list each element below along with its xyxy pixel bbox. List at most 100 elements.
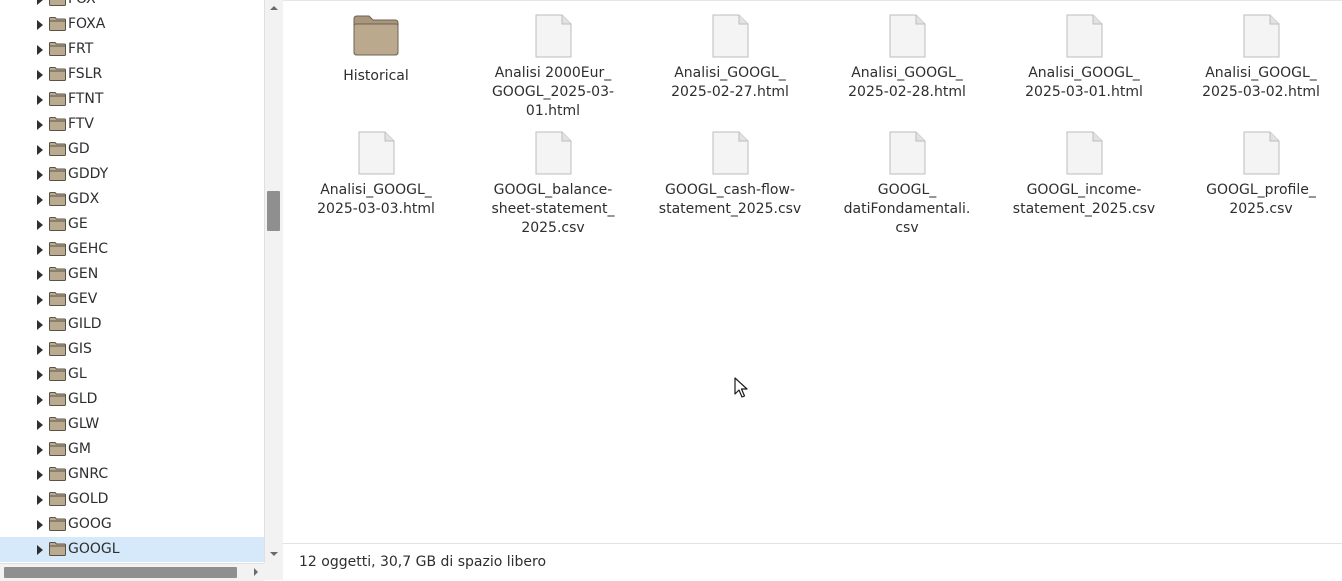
sidebar-item-gehc[interactable]: GEHC bbox=[0, 237, 264, 262]
file-name: GOOGL_income-statement_2025.csv bbox=[996, 181, 1172, 219]
file-grid[interactable]: Historical Analisi 2000Eur_ GOOGL_2025-03-… bbox=[283, 0, 1342, 544]
folder-icon bbox=[49, 167, 66, 181]
file-name-line: GOOGL_income- bbox=[1026, 182, 1142, 198]
expander-arrow-icon[interactable] bbox=[37, 145, 43, 155]
expander-arrow-icon[interactable] bbox=[37, 220, 43, 230]
file-name-line: 2025-02-28.html bbox=[848, 84, 966, 100]
file-name: Analisi_GOOGL_ 2025-03-03.html bbox=[288, 181, 464, 219]
folder-icon bbox=[49, 267, 66, 281]
folder-icon bbox=[49, 0, 66, 6]
sidebar-item-ftv[interactable]: FTV bbox=[0, 112, 264, 137]
expander-arrow-icon[interactable] bbox=[37, 495, 43, 505]
expander-arrow-icon[interactable] bbox=[37, 195, 43, 205]
file-item-analisi-googl-2025-03-01-html[interactable]: Analisi_GOOGL_ 2025-03-01.html bbox=[996, 14, 1172, 102]
file-item-analisi-googl-2025-02-27-html[interactable]: Analisi_GOOGL_ 2025-02-27.html bbox=[642, 14, 818, 102]
file-name-line: datiFondamentali. bbox=[843, 201, 971, 217]
folder-item-historical[interactable]: Historical bbox=[288, 14, 464, 86]
scroll-right-icon[interactable] bbox=[254, 568, 258, 576]
status-text: 12 oggetti, 30,7 GB di spazio libero bbox=[299, 554, 547, 570]
file-name-line: 2025-03-02.html bbox=[1202, 84, 1320, 100]
file-name-line: Analisi_GOOGL_ bbox=[320, 182, 432, 198]
expander-arrow-icon[interactable] bbox=[37, 420, 43, 430]
sidebar-horizontal-scrollbar[interactable] bbox=[0, 563, 264, 581]
expander-arrow-icon[interactable] bbox=[37, 345, 43, 355]
file-name: GOOGL_balance-sheet-statement_ 2025.csv bbox=[465, 181, 641, 238]
folder-icon bbox=[49, 342, 66, 356]
expander-arrow-icon[interactable] bbox=[37, 95, 43, 105]
file-item-googl-balance-sheet-statement-2025-csv[interactable]: GOOGL_balance-sheet-statement_ 2025.csv bbox=[465, 131, 641, 238]
sidebar-item-label: GL bbox=[68, 366, 87, 382]
scrollbar-thumb[interactable] bbox=[4, 567, 237, 578]
sidebar-item-gen[interactable]: GEN bbox=[0, 262, 264, 287]
expander-arrow-icon[interactable] bbox=[37, 395, 43, 405]
sidebar-item-ftnt[interactable]: FTNT bbox=[0, 87, 264, 112]
file-item-googl-income-statement-2025-csv[interactable]: GOOGL_income-statement_2025.csv bbox=[996, 131, 1172, 219]
sidebar-item-foxa[interactable]: FOXA bbox=[0, 12, 264, 37]
document-icon bbox=[889, 131, 926, 175]
sidebar-item-gl[interactable]: GL bbox=[0, 362, 264, 387]
expander-arrow-icon[interactable] bbox=[37, 45, 43, 55]
expander-arrow-icon[interactable] bbox=[37, 445, 43, 455]
expander-arrow-icon[interactable] bbox=[37, 320, 43, 330]
sidebar-item-gev[interactable]: GEV bbox=[0, 287, 264, 312]
folder-icon bbox=[49, 417, 66, 431]
sidebar-item-gm[interactable]: GM bbox=[0, 437, 264, 462]
file-item-analisi-googl-2025-03-02-html[interactable]: Analisi_GOOGL_ 2025-03-02.html bbox=[1173, 14, 1342, 102]
sidebar-item-label: FSLR bbox=[68, 66, 103, 82]
sidebar-item-gnrc[interactable]: GNRC bbox=[0, 462, 264, 487]
sidebar-item-gd[interactable]: GD bbox=[0, 137, 264, 162]
sidebar-item-gold[interactable]: GOLD bbox=[0, 487, 264, 512]
file-name: Analisi_GOOGL_ 2025-02-27.html bbox=[642, 64, 818, 102]
sidebar-item-label: GM bbox=[68, 441, 91, 457]
file-item-googl-cash-flow-statement-2025-csv[interactable]: GOOGL_cash-flow-statement_2025.csv bbox=[642, 131, 818, 219]
expander-arrow-icon[interactable] bbox=[37, 470, 43, 480]
file-name-line: GOOGL_balance- bbox=[493, 182, 613, 198]
file-item-analisi-googl-2025-02-28-html[interactable]: Analisi_GOOGL_ 2025-02-28.html bbox=[819, 14, 995, 102]
expander-arrow-icon[interactable] bbox=[37, 520, 43, 530]
file-item-googl-datifondamentali-csv[interactable]: GOOGL_ datiFondamentali. csv bbox=[819, 131, 995, 238]
folder-icon bbox=[49, 242, 66, 256]
sidebar-item-ge[interactable]: GE bbox=[0, 212, 264, 237]
document-icon bbox=[1066, 131, 1103, 175]
sidebar-item-gis[interactable]: GIS bbox=[0, 337, 264, 362]
file-name-line: Historical bbox=[343, 68, 409, 84]
folder-icon bbox=[49, 192, 66, 206]
sidebar-item-gild[interactable]: GILD bbox=[0, 312, 264, 337]
expander-arrow-icon[interactable] bbox=[37, 170, 43, 180]
expander-arrow-icon[interactable] bbox=[37, 370, 43, 380]
sidebar-item-fox[interactable]: FOX bbox=[0, 0, 264, 12]
sidebar-item-label: GEV bbox=[68, 291, 98, 307]
file-item-googl-profile-2025-csv[interactable]: GOOGL_profile_ 2025.csv bbox=[1173, 131, 1342, 219]
file-name-line: statement_2025.csv bbox=[658, 201, 802, 217]
file-item-analisi-2000eur-googl-2025-03-01-html[interactable]: Analisi 2000Eur_ GOOGL_2025-03- 01.html bbox=[465, 14, 641, 121]
sidebar-item-glw[interactable]: GLW bbox=[0, 412, 264, 437]
file-name-line: GOOGL_ bbox=[877, 182, 937, 198]
sidebar-item-gld[interactable]: GLD bbox=[0, 387, 264, 412]
expander-arrow-icon[interactable] bbox=[37, 120, 43, 130]
sidebar-vertical-scrollbar[interactable] bbox=[264, 0, 283, 563]
file-name-line: GOOGL_2025-03- bbox=[491, 84, 615, 100]
sidebar-item-goog[interactable]: GOOG bbox=[0, 512, 264, 537]
sidebar-item-googl[interactable]: GOOGL bbox=[0, 537, 264, 562]
expander-arrow-icon[interactable] bbox=[37, 295, 43, 305]
file-name-line: 01.html bbox=[525, 103, 581, 119]
folder-icon bbox=[49, 442, 66, 456]
file-item-analisi-googl-2025-03-03-html[interactable]: Analisi_GOOGL_ 2025-03-03.html bbox=[288, 131, 464, 219]
expander-arrow-icon[interactable] bbox=[37, 245, 43, 255]
sidebar-item-gdx[interactable]: GDX bbox=[0, 187, 264, 212]
file-name-line: 2025.csv bbox=[1229, 201, 1293, 217]
sidebar-item-frt[interactable]: FRT bbox=[0, 37, 264, 62]
sidebar-item-label: GOOG bbox=[68, 516, 112, 532]
file-name-line: statement_2025.csv bbox=[1012, 201, 1156, 217]
sidebar-item-gddy[interactable]: GDDY bbox=[0, 162, 264, 187]
scroll-up-icon[interactable] bbox=[270, 6, 278, 10]
expander-arrow-icon[interactable] bbox=[37, 0, 43, 5]
expander-arrow-icon[interactable] bbox=[37, 70, 43, 80]
expander-arrow-icon[interactable] bbox=[37, 545, 43, 555]
scrollbar-thumb[interactable] bbox=[267, 191, 280, 231]
sidebar-item-fslr[interactable]: FSLR bbox=[0, 62, 264, 87]
expander-arrow-icon[interactable] bbox=[37, 270, 43, 280]
expander-arrow-icon[interactable] bbox=[37, 20, 43, 30]
sidebar-tree[interactable]: FOX FOXA FRT FSLR FTNT FTV GD GDDY GDX GE GEHC GEN G… bbox=[0, 0, 265, 563]
scroll-down-icon[interactable] bbox=[270, 552, 278, 556]
